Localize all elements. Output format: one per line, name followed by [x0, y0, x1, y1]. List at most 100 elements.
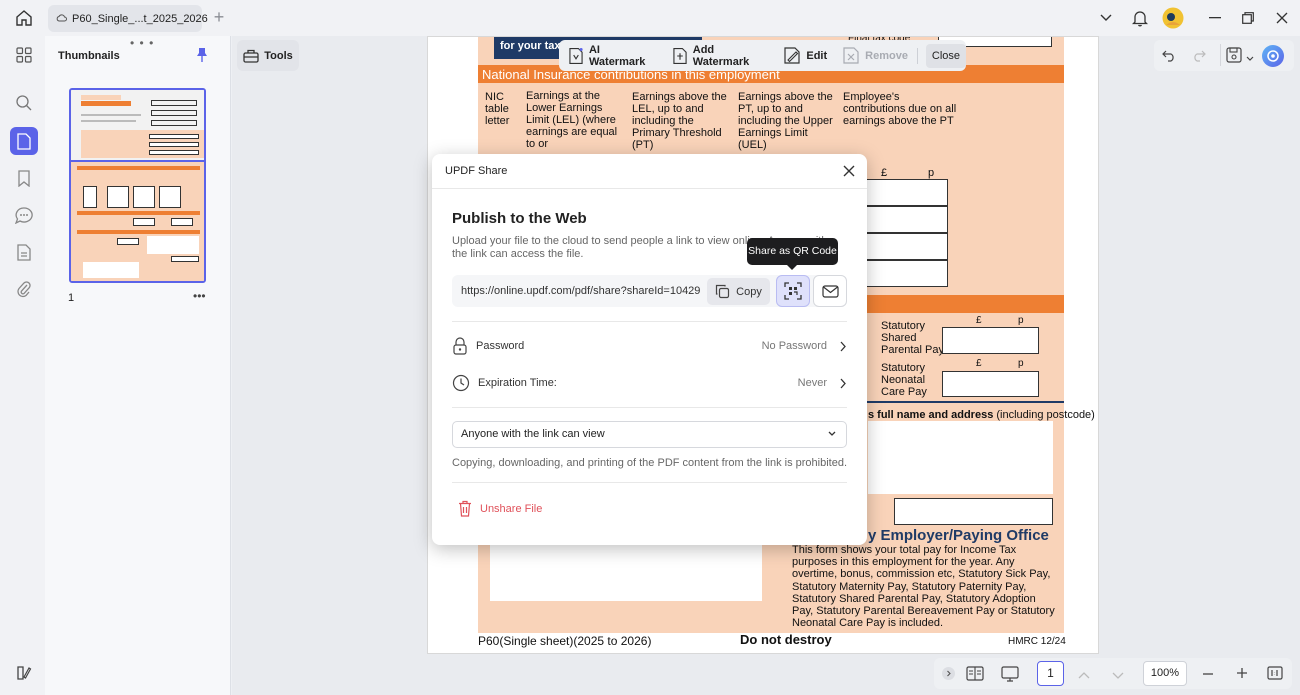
zoom-level[interactable]: 100%: [1143, 661, 1187, 686]
col-nic-label: NIC table letter: [485, 91, 510, 127]
contrib-box-3[interactable]: [866, 233, 948, 260]
contrib-box-2[interactable]: [866, 206, 948, 233]
footer-center: Do not destroy: [740, 632, 832, 647]
undo-icon[interactable]: [1162, 48, 1176, 65]
save-options-chevron-icon[interactable]: [1246, 51, 1254, 65]
col-lel-label: Earnings at the Lower Earnings Limit (LE…: [526, 90, 618, 150]
contrib-box-1[interactable]: [866, 179, 948, 206]
link-access-select[interactable]: Anyone with the link can view: [452, 421, 847, 448]
collapse-arrow-icon[interactable]: [942, 667, 955, 680]
unshare-file-button[interactable]: Unshare File: [458, 500, 542, 517]
toolbar-separator: [916, 47, 918, 64]
more-options-icon[interactable]: •••: [193, 289, 206, 303]
clock-icon: [452, 374, 470, 392]
close-toolbar-button[interactable]: Close: [925, 43, 966, 68]
remove-button[interactable]: Remove: [843, 47, 908, 64]
cloud-icon: [56, 13, 67, 25]
chevron-down-icon[interactable]: [1094, 7, 1118, 29]
thumbnails-title: Thumbnails: [58, 50, 120, 62]
search-icon[interactable]: [10, 89, 38, 117]
zoom-out-icon[interactable]: [1202, 668, 1214, 683]
dialog-title: UPDF Share: [445, 165, 508, 177]
attachment-icon[interactable]: [10, 275, 38, 303]
presentation-icon[interactable]: [1001, 666, 1019, 685]
publish-heading: Publish to the Web: [452, 210, 587, 227]
new-tab-button[interactable]: +: [210, 8, 228, 28]
edit-button[interactable]: Edit: [784, 47, 827, 64]
expiration-row[interactable]: Expiration Time: Never: [452, 368, 847, 398]
share-dialog: UPDF Share Publish to the Web Upload you…: [432, 154, 867, 545]
edit-icon: [784, 47, 800, 64]
grid-icon[interactable]: [10, 41, 38, 69]
share-url[interactable]: https://online.updf.com/pdf/share?shareI…: [461, 285, 701, 297]
shared-parental-box[interactable]: [942, 327, 1039, 354]
previous-page-icon[interactable]: [1078, 668, 1090, 682]
close-icon[interactable]: [841, 163, 857, 179]
pence-label-3: p: [1018, 358, 1024, 369]
watermark-toolbar: AI Watermark Add Watermark Edit Remove C…: [559, 40, 966, 71]
expiration-label: Expiration Time:: [478, 377, 557, 389]
pound-label-3: £: [976, 358, 982, 369]
copy-link-button[interactable]: Copy: [707, 278, 770, 305]
tools-button[interactable]: Tools: [237, 40, 299, 71]
contrib-box-4[interactable]: [866, 260, 948, 287]
bookmark-icon[interactable]: [10, 164, 38, 192]
page-layout-icon[interactable]: [966, 666, 984, 684]
dialog-header: UPDF Share: [432, 154, 867, 189]
thumbnail-page-number: 1: [68, 292, 75, 304]
right-toolbar: [1154, 40, 1294, 71]
footer-right: HMRC 12/24: [1008, 636, 1066, 647]
expiration-value: Never: [797, 377, 827, 389]
close-window-icon[interactable]: [1270, 7, 1294, 29]
remove-watermark-icon: [843, 47, 859, 64]
bell-icon[interactable]: [1128, 7, 1152, 29]
sidebar-toggle-icon[interactable]: [10, 659, 38, 687]
footer-left: P60(Single sheet)(2025 to 2026): [478, 634, 652, 648]
col-contrib-label: Employee's contributions due on all earn…: [843, 91, 957, 127]
document-tab[interactable]: P60_Single_...t_2025_2026: [48, 5, 208, 32]
save-icon[interactable]: [1226, 47, 1242, 66]
col-pt-label: Earnings above the LEL, up to and includ…: [632, 91, 727, 151]
ai-assistant-icon[interactable]: [1262, 45, 1284, 67]
tools-label: Tools: [264, 49, 293, 62]
pence-label: p: [928, 167, 935, 179]
share-email-button[interactable]: [813, 275, 847, 307]
resize-grip-icon[interactable]: • • •: [130, 36, 154, 50]
zoom-in-icon[interactable]: [1236, 667, 1248, 682]
qr-code-icon: [784, 282, 802, 300]
divider: [452, 407, 847, 408]
next-page-icon[interactable]: [1112, 669, 1124, 683]
link-access-value: Anyone with the link can view: [461, 428, 605, 440]
avatar[interactable]: [1160, 7, 1186, 29]
lock-icon: [453, 337, 467, 355]
password-label: Password: [476, 340, 525, 352]
name-address-box[interactable]: [868, 421, 1053, 494]
permission-note: Copying, downloading, and printing of th…: [452, 457, 848, 469]
page-navigation-bar: 1 100%: [934, 658, 1292, 689]
add-watermark-button[interactable]: Add Watermark: [673, 44, 769, 68]
chevron-down-icon: [828, 431, 836, 436]
page-thumbnails-icon[interactable]: [10, 127, 38, 155]
divider: [452, 321, 847, 322]
home-icon[interactable]: [10, 6, 38, 30]
employer-ref-box[interactable]: [894, 498, 1053, 525]
redo-icon[interactable]: [1192, 48, 1206, 65]
employer-heading: y Employer/Paying Office: [868, 527, 1049, 544]
share-link-row: https://online.updf.com/pdf/share?shareI…: [452, 275, 847, 307]
password-row[interactable]: Password No Password: [452, 331, 847, 361]
title-bar: P60_Single_...t_2025_2026 +: [0, 0, 1300, 36]
pin-icon[interactable]: [195, 47, 209, 66]
ai-watermark-icon: [569, 47, 583, 64]
minimize-icon[interactable]: [1203, 7, 1227, 29]
page-icon[interactable]: [10, 238, 38, 266]
actual-size-icon[interactable]: [1267, 666, 1283, 683]
share-qr-code-button[interactable]: [776, 275, 810, 307]
restore-icon[interactable]: [1236, 7, 1260, 29]
page-number-input[interactable]: 1: [1037, 661, 1064, 686]
ai-watermark-button[interactable]: AI Watermark: [569, 44, 655, 68]
comment-icon[interactable]: [10, 201, 38, 229]
page-thumbnail[interactable]: [69, 88, 206, 283]
copy-icon: [716, 284, 730, 299]
neonatal-box[interactable]: [942, 371, 1039, 397]
mail-icon: [821, 284, 839, 298]
